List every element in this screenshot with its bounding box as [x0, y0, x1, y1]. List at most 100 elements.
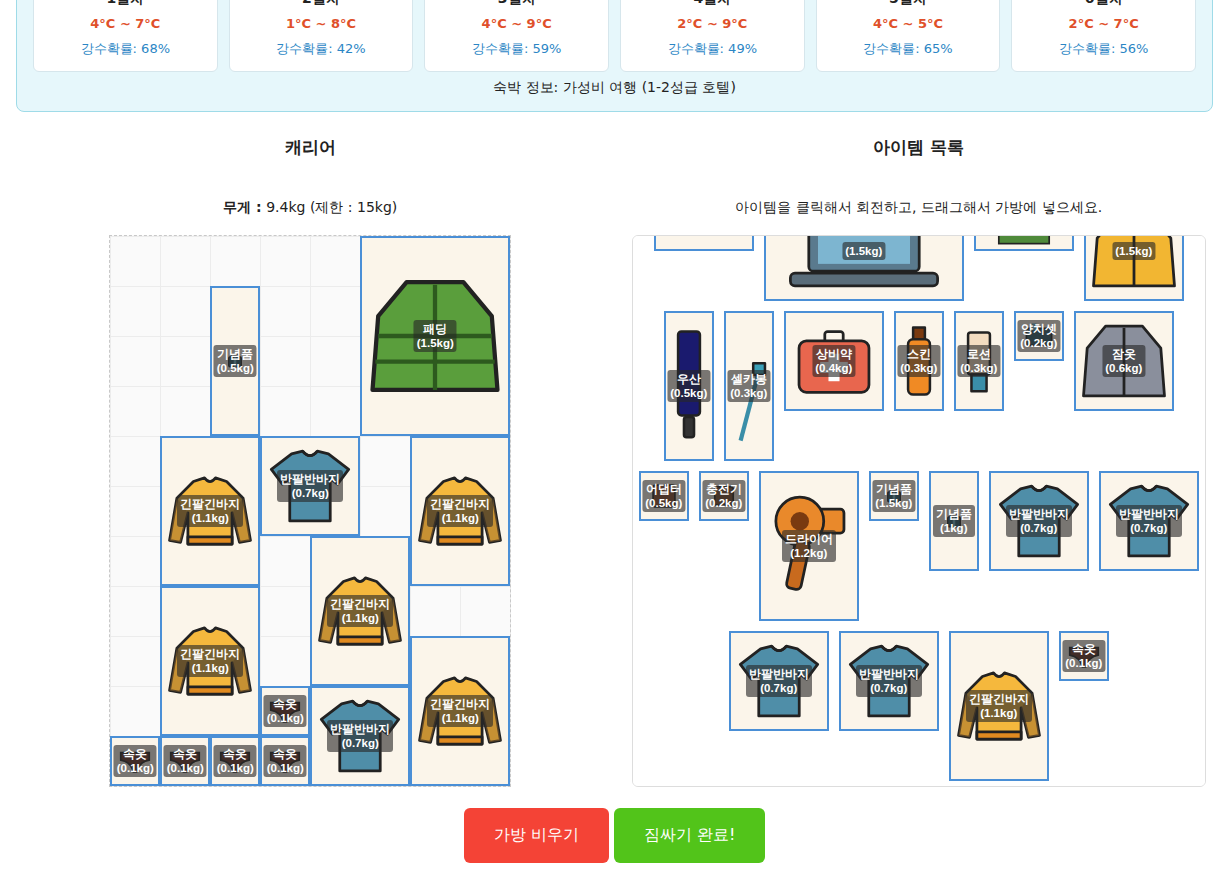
action-button[interactable]: 짐싸기 완료!	[614, 808, 766, 863]
inventory-item[interactable]: 셀카봉(0.3kg)	[724, 311, 774, 461]
weather-panel: 1일차4°C ~ 7°C강수확률: 68%2일차1°C ~ 8°C강수확률: 4…	[16, 0, 1213, 112]
day-label: 1일차	[44, 0, 207, 11]
day-rain: 강수확률: 59%	[435, 36, 598, 61]
carrier-title: 캐리어	[285, 137, 336, 157]
item-label: 반팔반바지(0.7kg)	[1116, 505, 1182, 537]
item-label: 반팔반바지(0.7kg)	[746, 665, 812, 697]
greenbox-icon	[978, 235, 1070, 247]
day-card: 6일차2°C ~ 7°C강수확률: 56%	[1011, 0, 1196, 72]
inventory-item[interactable]	[974, 235, 1074, 251]
inventory-item[interactable]: 스킨(0.3kg)	[894, 311, 944, 411]
item-label: 속옷(0.1kg)	[164, 745, 207, 777]
inventory-item[interactable]: 반팔반바지(0.7kg)	[839, 631, 939, 731]
item-label: 반팔반바지(0.7kg)	[1006, 505, 1072, 537]
carrier-item[interactable]: 속옷(0.1kg)	[160, 736, 210, 786]
carrier-item[interactable]: 긴팔긴바지(1.1kg)	[160, 586, 260, 736]
item-label: 패딩(1.5kg)	[414, 320, 457, 352]
day-temp: 4°C ~ 9°C	[435, 11, 598, 36]
lodging-info: 숙박 정보: 가성비 여행 (1-2성급 호텔)	[33, 78, 1196, 96]
inventory-item[interactable]: 어댑터(0.5kg)	[639, 471, 689, 521]
item-label: 긴팔긴바지(1.1kg)	[327, 595, 393, 627]
item-label: 로션(0.3kg)	[957, 345, 1000, 377]
day-rain: 강수확률: 56%	[1022, 36, 1185, 61]
carrier-item[interactable]: 반팔반바지(0.7kg)	[260, 436, 360, 536]
carrier-item[interactable]: 속옷(0.1kg)	[260, 686, 310, 736]
item-label: 긴팔긴바지(1.1kg)	[427, 695, 493, 727]
carrier-item[interactable]: 긴팔긴바지(1.1kg)	[310, 536, 410, 686]
inventory-item[interactable]: 속옷(0.1kg)	[1059, 631, 1109, 681]
inventory-list[interactable]: (1.5kg) (1.5kg) 우산(0.5kg) 셀카봉(0.3kg) 상비약(0.4…	[632, 235, 1207, 787]
item-label: 기념품(1kg)	[933, 505, 975, 537]
inventory-title: 아이템 목록	[873, 137, 964, 157]
carrier-item[interactable]: 속옷(0.1kg)	[110, 736, 160, 786]
item-label: 양치셋(0.2kg)	[1017, 320, 1060, 352]
item-label: 어댑터(0.5kg)	[642, 480, 685, 512]
inventory-item[interactable]: 충전기(0.2kg)	[699, 471, 749, 521]
carrier-weight: 무게 : 9.4kg (제한 : 15kg)	[223, 197, 397, 217]
inventory-item[interactable]: 드라이어(1.2kg)	[759, 471, 859, 621]
day-temp: 2°C ~ 7°C	[1022, 11, 1185, 36]
item-label: 드라이어(1.2kg)	[782, 530, 836, 562]
item-label: 셀카봉(0.3kg)	[727, 370, 770, 402]
day-rain: 강수확률: 65%	[827, 36, 990, 61]
day-label: 5일차	[827, 0, 990, 11]
item-label: 기념품(0.5kg)	[214, 345, 257, 377]
item-label: 속옷(0.1kg)	[114, 745, 157, 777]
carrier-item[interactable]: 패딩(1.5kg)	[360, 236, 510, 436]
inventory-item[interactable]: 상비약(0.4kg)	[784, 311, 884, 411]
carrier-item[interactable]: 기념품(0.5kg)	[210, 286, 260, 436]
carrier-item[interactable]: 긴팔긴바지(1.1kg)	[160, 436, 260, 586]
inventory-item[interactable]: 기념품(1.5kg)	[869, 471, 919, 521]
item-label: 스킨(0.3kg)	[897, 345, 940, 377]
carrier-item[interactable]: 긴팔긴바지(1.1kg)	[410, 636, 510, 786]
inventory-item[interactable]: (1.5kg)	[1084, 235, 1184, 301]
inventory-item[interactable]: 반팔반바지(0.7kg)	[1099, 471, 1199, 571]
inventory-item[interactable]: 기념품(1kg)	[929, 471, 979, 571]
carrier-column: 캐리어무게 : 9.4kg (제한 : 15kg) 기념품(0.5kg) 패딩(1.…	[16, 112, 605, 787]
carrier-grid[interactable]: 기념품(0.5kg) 패딩(1.5kg) 긴팔긴바지(1.1kg) 반팔반바지(0.7…	[109, 235, 511, 787]
inventory-item[interactable]: 반팔반바지(0.7kg)	[989, 471, 1089, 571]
item-label: (1.5kg)	[842, 242, 885, 260]
inventory-hint: 아이템을 클릭해서 회전하고, 드래그해서 가방에 넣으세요.	[735, 197, 1102, 217]
action-button[interactable]: 가방 비우기	[464, 808, 609, 863]
inventory-item[interactable]: 긴팔긴바지(1.1kg)	[949, 631, 1049, 781]
day-label: 3일차	[435, 0, 598, 11]
inventory-item[interactable]: 양치셋(0.2kg)	[1014, 311, 1064, 361]
day-rain: 강수확률: 42%	[240, 36, 403, 61]
carrier-item[interactable]: 반팔반바지(0.7kg)	[310, 686, 410, 786]
day-card: 1일차4°C ~ 7°C강수확률: 68%	[33, 0, 218, 72]
inventory-item[interactable]: 로션(0.3kg)	[954, 311, 1004, 411]
item-label: 긴팔긴바지(1.1kg)	[177, 645, 243, 677]
day-temp: 4°C ~ 7°C	[44, 11, 207, 36]
inventory-item[interactable]: 잠옷(0.6kg)	[1074, 311, 1174, 411]
carrier-item[interactable]: 속옷(0.1kg)	[260, 736, 310, 786]
day-card: 5일차4°C ~ 5°C강수확률: 65%	[816, 0, 1001, 72]
day-label: 6일차	[1022, 0, 1185, 11]
item-label: 잠옷(0.6kg)	[1102, 345, 1145, 377]
item-label: 반팔반바지(0.7kg)	[856, 665, 922, 697]
day-label: 4일차	[631, 0, 794, 11]
item-label: 반팔반바지(0.7kg)	[277, 470, 343, 502]
item-label: 반팔반바지(0.7kg)	[327, 720, 393, 752]
item-label: 속옷(0.1kg)	[1062, 640, 1105, 672]
inventory-item[interactable]: 우산(0.5kg)	[664, 311, 714, 461]
item-label: 충전기(0.2kg)	[702, 480, 745, 512]
carrier-item[interactable]: 속옷(0.1kg)	[210, 736, 260, 786]
page: 1일차4°C ~ 7°C강수확률: 68%2일차1°C ~ 8°C강수확률: 4…	[0, 0, 1229, 863]
day-row: 1일차4°C ~ 7°C강수확률: 68%2일차1°C ~ 8°C강수확률: 4…	[33, 0, 1196, 72]
day-rain: 강수확률: 49%	[631, 36, 794, 61]
day-card: 3일차4°C ~ 9°C강수확률: 59%	[424, 0, 609, 72]
item-label: 긴팔긴바지(1.1kg)	[427, 495, 493, 527]
carrier-item[interactable]: 긴팔긴바지(1.1kg)	[410, 436, 510, 586]
item-label: 우산(0.5kg)	[667, 370, 710, 402]
day-label: 2일차	[240, 0, 403, 11]
inventory-item[interactable]: 반팔반바지(0.7kg)	[729, 631, 829, 731]
day-rain: 강수확률: 68%	[44, 36, 207, 61]
inventory-item[interactable]: (1.5kg)	[764, 235, 964, 301]
day-card: 2일차1°C ~ 8°C강수확률: 42%	[229, 0, 414, 72]
inventory-item[interactable]	[654, 235, 754, 251]
item-label: 속옷(0.1kg)	[264, 695, 307, 727]
day-temp: 4°C ~ 5°C	[827, 11, 990, 36]
button-row: 가방 비우기짐싸기 완료!	[16, 808, 1213, 863]
item-label: 속옷(0.1kg)	[264, 745, 307, 777]
